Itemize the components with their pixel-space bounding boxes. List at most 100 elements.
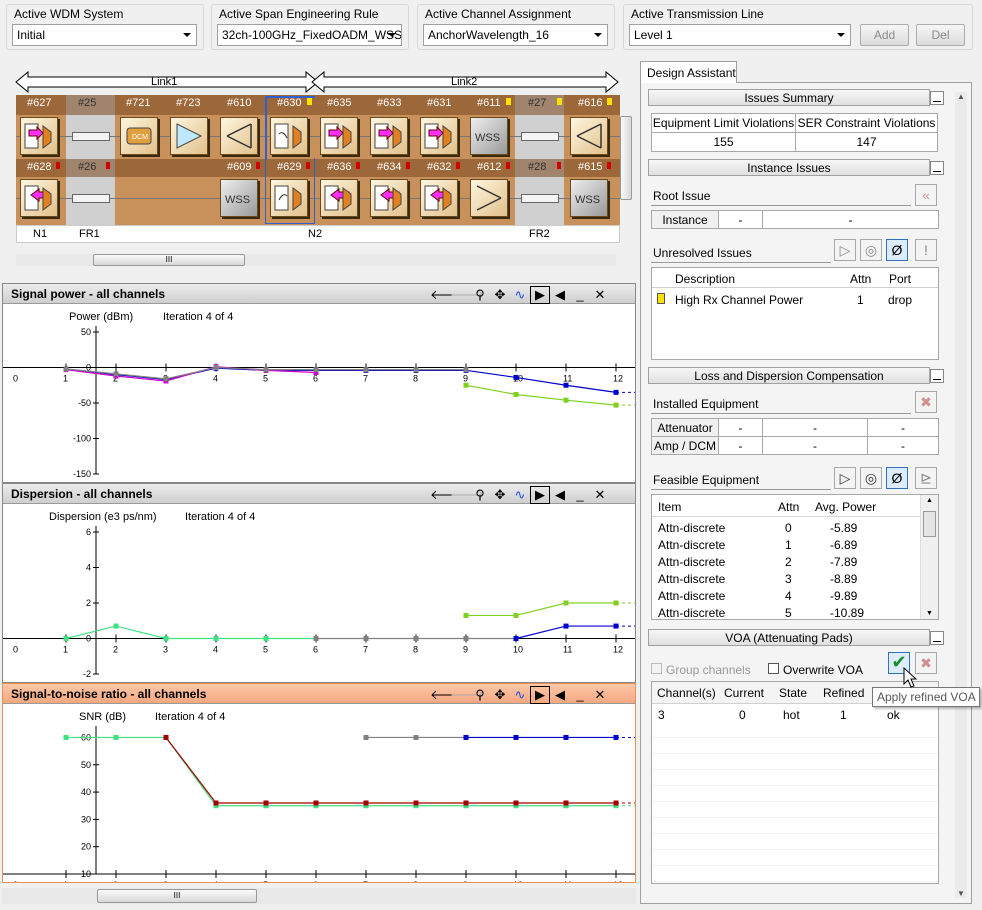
x-tick-label: 12: [613, 645, 623, 655]
forward-icon[interactable]: 🡒: [450, 487, 485, 503]
overwrite-voa-checkbox[interactable]: [768, 663, 779, 674]
transponder-tile[interactable]: [320, 179, 358, 217]
pan-icon[interactable]: ✥: [490, 687, 510, 703]
equip-label: #631: [427, 97, 452, 109]
dcm-tile[interactable]: DCM: [120, 117, 158, 155]
scroll-down-icon[interactable]: ▼: [926, 610, 933, 617]
y-tick-label: 10: [81, 869, 91, 879]
y-tick-label: -2: [83, 669, 91, 679]
wdm-value: Initial: [17, 28, 46, 42]
step-forward-icon[interactable]: ▶: [530, 686, 550, 704]
back-icon[interactable]: 🡐: [430, 287, 465, 303]
splitter-tile[interactable]: [220, 117, 258, 155]
step-forward-icon[interactable]: ▶: [530, 486, 550, 504]
collapse-icon[interactable]: [930, 631, 944, 645]
instance-label: Instance: [651, 210, 719, 229]
add-button[interactable]: Add: [860, 24, 909, 46]
minimize-icon[interactable]: _: [570, 687, 590, 702]
scroll-up-icon[interactable]: ▲: [957, 92, 965, 101]
curve-icon[interactable]: ∿: [510, 487, 530, 503]
voa-header: VOA (Attenuating Pads): [648, 629, 930, 646]
feasible-item[interactable]: Attn-discrete: [658, 555, 725, 569]
line-select[interactable]: Level 1: [629, 24, 851, 46]
issue-description[interactable]: High Rx Channel Power: [675, 293, 803, 307]
wss-tile[interactable]: WSS: [570, 179, 608, 217]
voa-channel[interactable]: 3: [658, 708, 665, 722]
remove-icon[interactable]: ✖: [915, 391, 937, 413]
zoom-icon[interactable]: ⚲: [470, 687, 490, 703]
feasible-item[interactable]: Attn-discrete: [658, 538, 725, 552]
double-chevron-left-icon[interactable]: «: [915, 184, 937, 206]
charts-hscroll-thumb[interactable]: III: [97, 889, 257, 903]
forward-icon[interactable]: 🡒: [450, 287, 485, 303]
back-icon[interactable]: 🡐: [430, 487, 465, 503]
collapse-icon[interactable]: [930, 369, 944, 383]
feasible-item[interactable]: Attn-discrete: [658, 572, 725, 586]
diagram-hscroll-thumb[interactable]: III: [93, 254, 245, 266]
transponder-tile[interactable]: [420, 117, 458, 155]
group-channels-checkbox[interactable]: [651, 663, 662, 674]
channel-select[interactable]: AnchorWavelength_16: [423, 24, 608, 46]
assistant-vscroll[interactable]: ▲ ▼: [955, 92, 967, 898]
zoom-icon[interactable]: ⚲: [470, 287, 490, 303]
equip-label: #610: [227, 97, 252, 109]
wss-tile[interactable]: WSS: [470, 117, 508, 155]
pan-icon[interactable]: ✥: [490, 287, 510, 303]
transponder-tile[interactable]: [420, 179, 458, 217]
step-back-icon[interactable]: ◀: [550, 687, 570, 703]
collapse-icon[interactable]: [930, 161, 944, 175]
status-marker: [506, 98, 511, 105]
fiber-span: [72, 194, 110, 203]
transponder-tile[interactable]: [20, 117, 58, 155]
step-forward-icon[interactable]: ▶: [530, 286, 550, 304]
wdm-select[interactable]: Initial: [12, 24, 197, 46]
feasible-item[interactable]: Attn-discrete: [658, 589, 725, 603]
back-icon[interactable]: 🡐: [430, 687, 465, 703]
feasible-vscroll[interactable]: ▲ ▼: [920, 495, 938, 619]
dcm-filter-icon[interactable]: ◎: [860, 239, 882, 261]
scroll-down-icon[interactable]: ▼: [957, 889, 965, 898]
group-channels-label: Group channels: [666, 663, 751, 677]
feasible-item[interactable]: Attn-discrete: [658, 606, 725, 620]
feasible-item[interactable]: Attn-discrete: [658, 521, 725, 535]
collapse-icon[interactable]: [930, 91, 944, 105]
data-point: [113, 734, 119, 740]
amp-attenuator-icon[interactable]: ⊵: [915, 467, 937, 489]
zoom-icon[interactable]: ⚲: [470, 487, 490, 503]
splitter-tile[interactable]: [570, 117, 608, 155]
transponder-tile[interactable]: [20, 179, 58, 217]
close-icon[interactable]: ✕: [590, 287, 610, 303]
close-icon[interactable]: ✕: [590, 487, 610, 503]
amplifier-filter-icon[interactable]: ▷: [834, 467, 856, 489]
minimize-icon[interactable]: _: [570, 287, 590, 302]
x-tick-label: 11: [563, 645, 572, 655]
transponder-tile[interactable]: [370, 179, 408, 217]
wss-tile[interactable]: WSS: [220, 179, 258, 217]
curve-icon[interactable]: ∿: [510, 687, 530, 703]
status-marker: [406, 162, 410, 169]
col-current: Current: [724, 686, 765, 700]
minimize-icon[interactable]: _: [570, 487, 590, 502]
scroll-up-icon[interactable]: ▲: [926, 497, 933, 504]
attenuator-filter-icon[interactable]: Ø: [886, 239, 908, 261]
dcm-filter-icon[interactable]: ◎: [860, 467, 882, 489]
close-icon[interactable]: ✕: [590, 687, 610, 703]
scroll-thumb[interactable]: [923, 511, 936, 537]
step-back-icon[interactable]: ◀: [550, 287, 570, 303]
amplifier-tile[interactable]: [170, 117, 208, 155]
forward-icon[interactable]: 🡒: [450, 687, 485, 703]
transponder-tile[interactable]: [370, 117, 408, 155]
warning-icon[interactable]: !: [915, 239, 937, 261]
transponder-tile[interactable]: [320, 117, 358, 155]
pan-icon[interactable]: ✥: [490, 487, 510, 503]
diagram-vscroll-thumb[interactable]: [620, 116, 632, 200]
attenuator-filter-icon[interactable]: Ø: [886, 467, 908, 489]
curve-icon[interactable]: ∿: [510, 287, 530, 303]
tab-design-assistant[interactable]: Design Assistant: [640, 61, 737, 83]
combiner-tile[interactable]: [470, 179, 508, 217]
step-back-icon[interactable]: ◀: [550, 487, 570, 503]
amplifier-filter-icon[interactable]: ▷: [834, 239, 856, 261]
del-button[interactable]: Del: [916, 24, 965, 46]
span-select[interactable]: 32ch-100GHz_FixedOADM_WSS: [217, 24, 402, 46]
x-tick-label: 6: [313, 645, 318, 655]
